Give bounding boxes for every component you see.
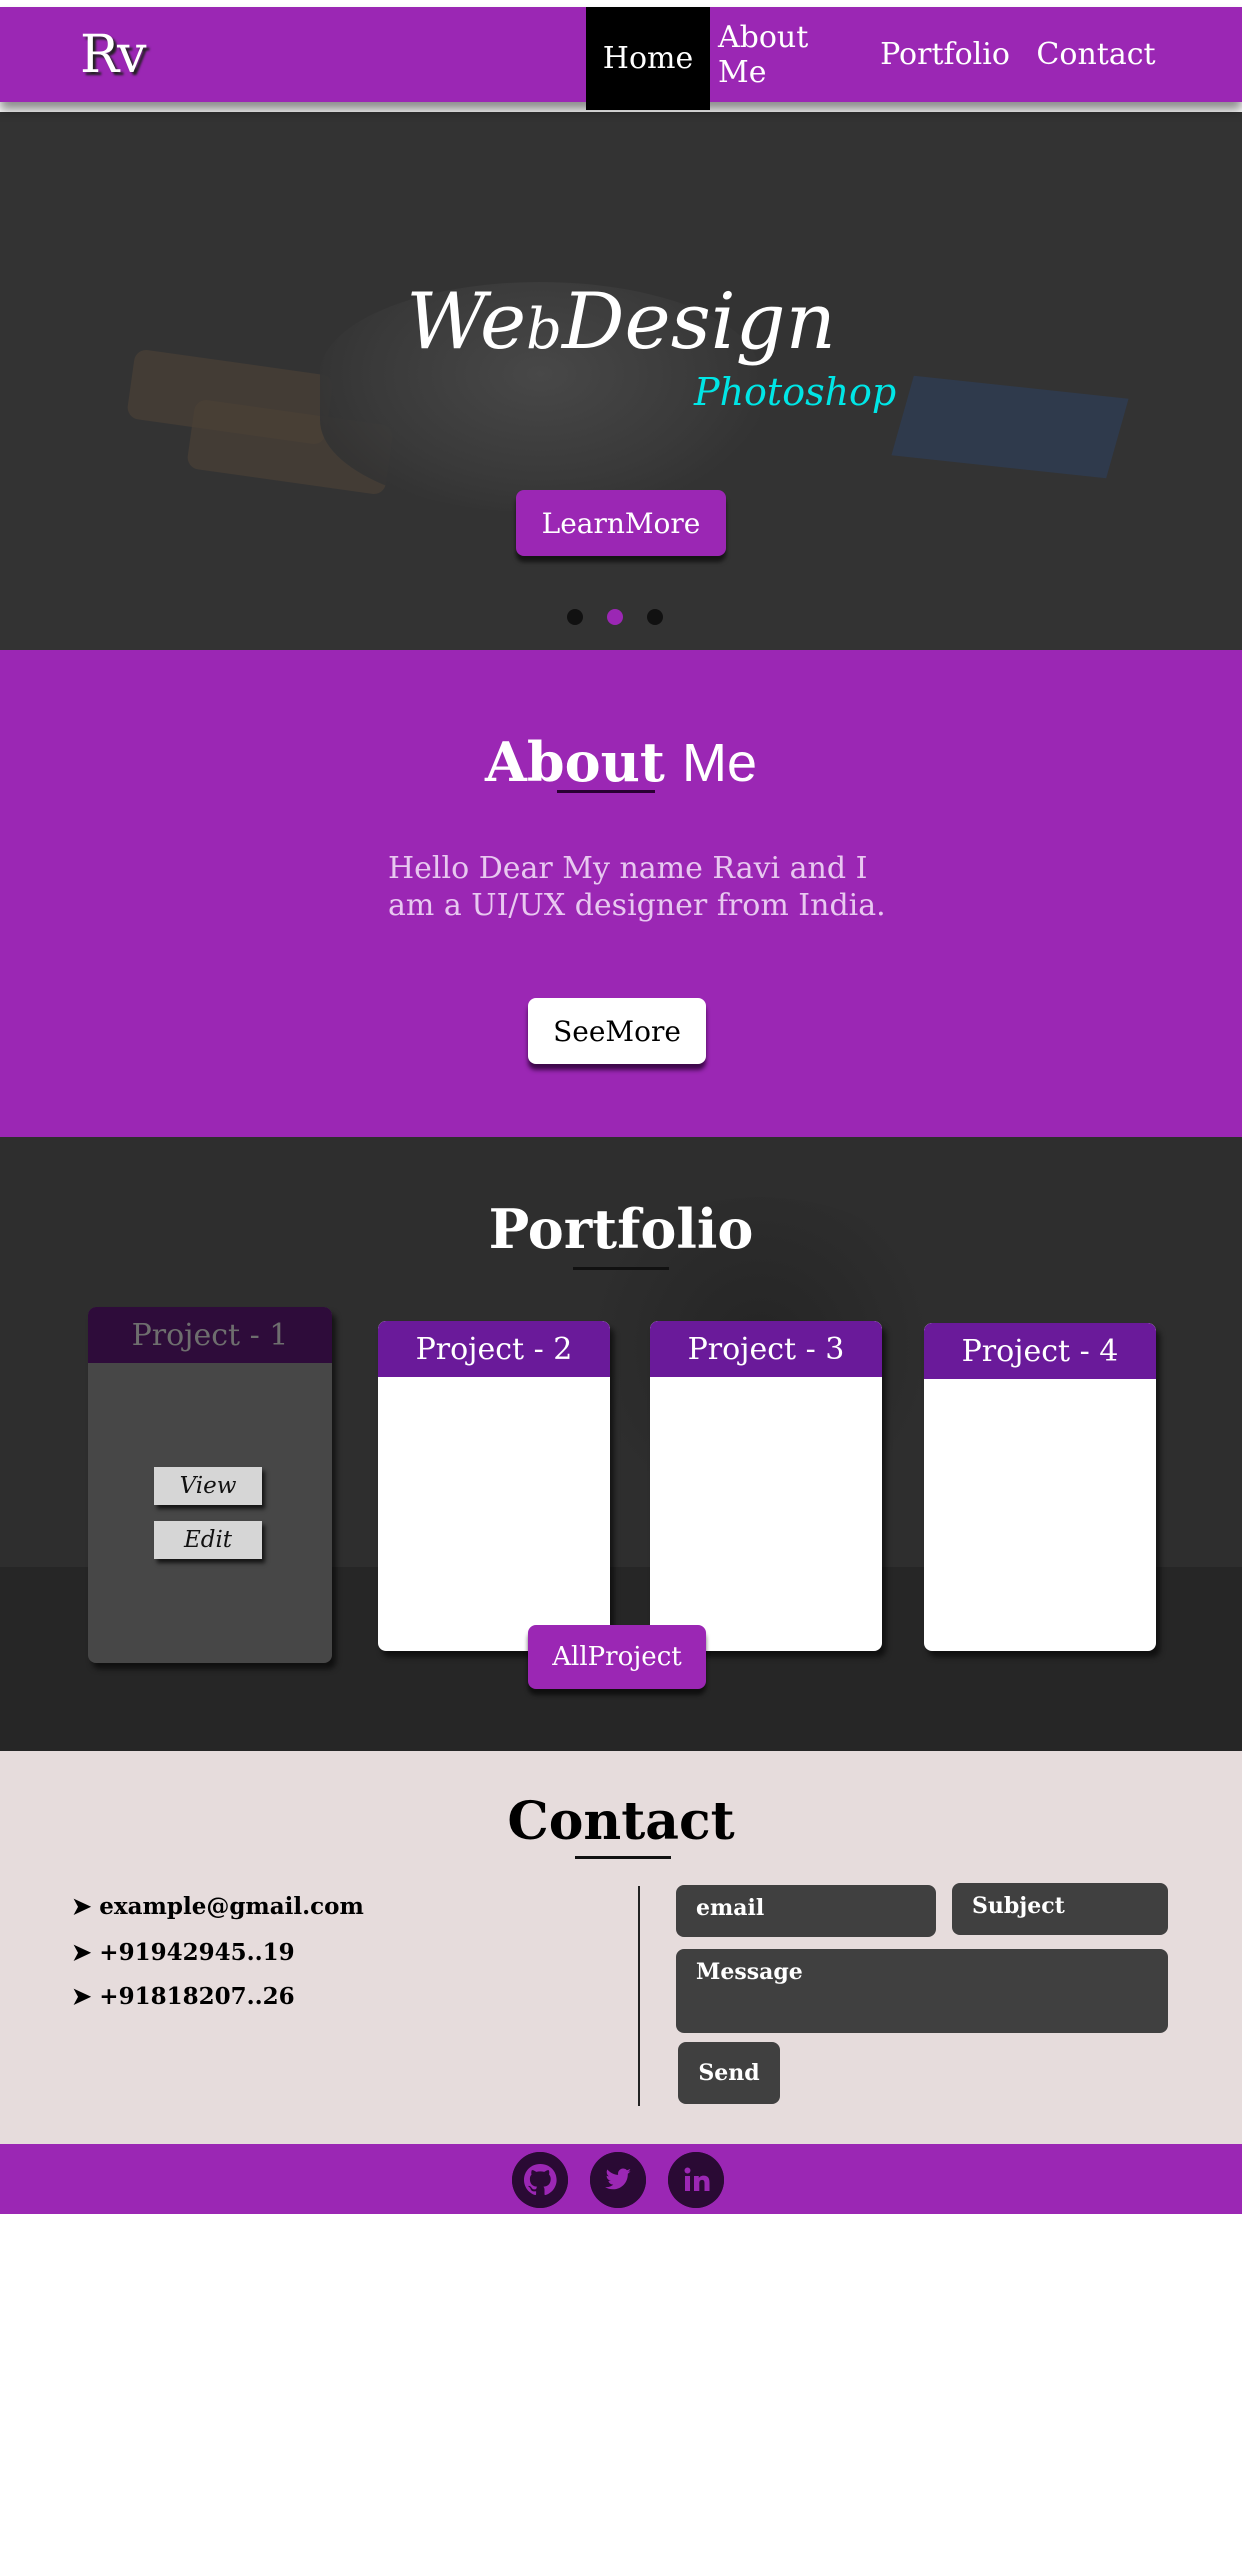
slider-dot-2[interactable] — [607, 609, 623, 625]
top-navbar: Rv Home About Me Portfolio Contact — [0, 7, 1242, 110]
arrow-icon: ➤ — [72, 1939, 92, 1966]
footer — [0, 2144, 1242, 2214]
contact-section: Contact ➤ example@gmail.com ➤ +91942945.… — [0, 1751, 1242, 2144]
project-card-title: Project - 1 — [88, 1307, 332, 1363]
hero-subtitle: Photoshop — [694, 370, 897, 414]
all-project-button[interactable]: AllProject — [528, 1625, 706, 1689]
arrow-icon: ➤ — [72, 1893, 92, 1920]
nav-home[interactable]: Home — [586, 7, 710, 110]
nav-about-me[interactable]: About Me — [718, 7, 858, 102]
project-card-4[interactable]: Project - 4 — [924, 1323, 1156, 1651]
project-card-1[interactable]: Project - 1 View Edit — [88, 1307, 332, 1663]
arrow-icon: ➤ — [72, 1983, 92, 2010]
contact-email: ➤ example@gmail.com — [72, 1893, 364, 1920]
slider-dot-1[interactable] — [567, 609, 583, 625]
about-heading: About Me — [484, 730, 758, 794]
about-text: Hello Dear My name Ravi and I am a UI/UX… — [388, 851, 886, 923]
message-field[interactable]: Message — [676, 1949, 1168, 2033]
linkedin-icon[interactable] — [668, 2152, 724, 2208]
nav-contact[interactable]: Contact — [1034, 7, 1158, 102]
contact-divider — [638, 1886, 640, 2106]
hero-banner: WebDesign Photoshop LearnMore — [0, 112, 1242, 650]
project-edit-button[interactable]: Edit — [154, 1521, 262, 1559]
contact-phone-1: ➤ +91942945..19 — [72, 1939, 295, 1966]
email-field[interactable]: email — [676, 1885, 936, 1937]
slider-dot-3[interactable] — [647, 609, 663, 625]
send-button[interactable]: Send — [678, 2042, 780, 2104]
portfolio-heading: Portfolio — [488, 1197, 754, 1261]
about-section: About Me Hello Dear My name Ravi and I a… — [0, 650, 1242, 1137]
contact-heading-underline — [575, 1856, 671, 1859]
nav-portfolio[interactable]: Portfolio — [876, 7, 1014, 102]
project-card-title: Project - 3 — [650, 1321, 882, 1377]
project-view-button[interactable]: View — [154, 1467, 262, 1505]
portfolio-heading-underline — [573, 1267, 669, 1270]
site-logo[interactable]: Rv — [80, 25, 147, 85]
project-card-3[interactable]: Project - 3 — [650, 1321, 882, 1651]
see-more-button[interactable]: SeeMore — [528, 998, 706, 1064]
hero-title: WebDesign — [406, 277, 836, 367]
contact-phone-2: ➤ +91818207..26 — [72, 1983, 295, 2010]
project-card-2[interactable]: Project - 2 — [378, 1321, 610, 1651]
learn-more-button[interactable]: LearnMore — [516, 490, 726, 556]
portfolio-section: Portfolio Project - 1 View Edit Project … — [0, 1137, 1242, 1751]
subject-field[interactable]: Subject — [952, 1883, 1168, 1935]
contact-heading: Contact — [507, 1791, 735, 1852]
github-icon[interactable] — [512, 2152, 568, 2208]
project-card-title: Project - 2 — [378, 1321, 610, 1377]
hero-bg-card — [891, 375, 1129, 479]
project-card-title: Project - 4 — [924, 1323, 1156, 1379]
about-heading-underline — [557, 790, 655, 793]
twitter-icon[interactable] — [590, 2152, 646, 2208]
